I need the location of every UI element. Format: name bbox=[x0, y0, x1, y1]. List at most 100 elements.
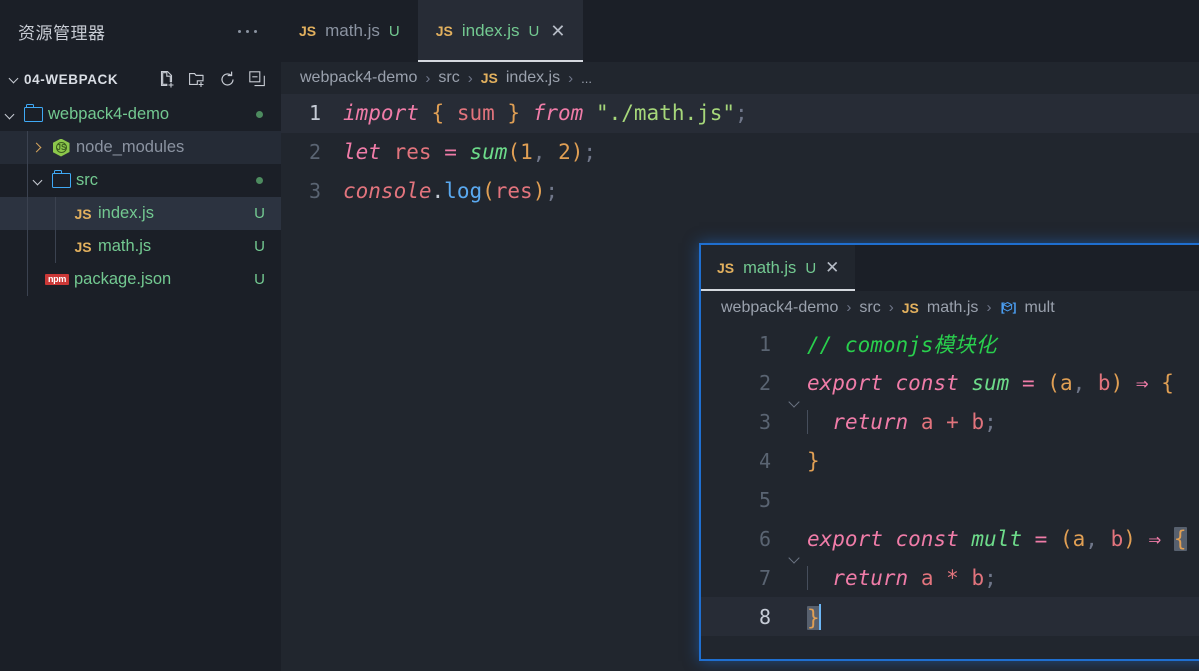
code-text: } bbox=[807, 449, 820, 473]
new-folder-icon[interactable] bbox=[188, 70, 207, 89]
chevron-right-icon[interactable] bbox=[28, 140, 48, 156]
token-brace: } bbox=[807, 448, 820, 473]
js-icon: JS bbox=[74, 205, 92, 222]
peek-breadcrumb: webpack4-demo › src › JS math.js › [] mu… bbox=[701, 291, 1199, 324]
code-line: 2 let res = sum(1, 2); bbox=[281, 133, 1199, 172]
token-keyword: return bbox=[832, 565, 909, 590]
more-actions-icon[interactable] bbox=[238, 29, 267, 33]
vscode-window: 资源管理器 04-WEBPACK webpack4-demo JS node_m… bbox=[0, 0, 1199, 671]
line-number: 4 bbox=[758, 448, 771, 473]
line-number: 5 bbox=[758, 487, 771, 512]
token-number: 1 bbox=[520, 140, 533, 164]
npm-icon: npm bbox=[42, 273, 72, 286]
indent-guide bbox=[807, 565, 808, 590]
token-keyword: let bbox=[343, 140, 381, 164]
token-comment: // comonjs模块化 bbox=[807, 332, 997, 357]
code-text: let res = sum(1, 2); bbox=[343, 133, 596, 172]
breadcrumb-item-symbol[interactable]: mult bbox=[1024, 299, 1054, 317]
tree-item-label: node_modules bbox=[76, 138, 185, 156]
peek-tab-bar: JS math.js U ✕ bbox=[701, 245, 1199, 291]
token-keyword: from bbox=[532, 101, 584, 125]
token-arrow: ⇒ bbox=[1148, 526, 1162, 551]
tab-index-js[interactable]: JS index.js U ✕ bbox=[417, 0, 584, 62]
token-dot: . bbox=[431, 179, 445, 203]
peek-code-editor[interactable]: 1 // comonjs模块化 2 export const sum = (a,… bbox=[701, 324, 1199, 636]
token-property: log bbox=[444, 179, 483, 203]
token-keyword: export bbox=[807, 526, 883, 551]
line-number: 7 bbox=[758, 565, 771, 590]
tree-item-math-js[interactable]: JS math.js U bbox=[0, 230, 281, 263]
tree-item-node-modules[interactable]: JS node_modules bbox=[0, 131, 281, 164]
tree-item-src[interactable]: src bbox=[0, 164, 281, 197]
line-number: 2 bbox=[308, 140, 321, 164]
token-param: a bbox=[1059, 370, 1073, 395]
token-semicolon: ; bbox=[583, 140, 597, 164]
chevron-down-icon[interactable] bbox=[28, 173, 48, 189]
breadcrumb-separator: › bbox=[467, 69, 473, 87]
token-function: sum bbox=[971, 370, 1010, 395]
svg-text:]: ] bbox=[1011, 301, 1016, 315]
js-icon: JS bbox=[480, 70, 498, 86]
tree-item-package-json[interactable]: npm package.json U bbox=[0, 263, 281, 296]
peek-tab-math-js[interactable]: JS math.js U ✕ bbox=[701, 245, 856, 291]
token-object: console bbox=[343, 179, 432, 203]
token-comma: , bbox=[1085, 526, 1098, 551]
breadcrumb-item-folder[interactable]: src bbox=[859, 299, 880, 317]
code-text: return a * b; bbox=[807, 565, 997, 590]
new-file-icon[interactable] bbox=[158, 70, 177, 89]
collapse-all-icon[interactable] bbox=[248, 70, 267, 89]
breadcrumb-separator: › bbox=[425, 69, 431, 87]
git-status-badge: U bbox=[254, 271, 265, 288]
token-keyword: export bbox=[807, 370, 883, 395]
breadcrumb-item-file[interactable]: math.js bbox=[927, 299, 979, 317]
breadcrumb-item-file[interactable]: index.js bbox=[506, 69, 560, 87]
token-param: a bbox=[1072, 526, 1086, 551]
workspace-section-header[interactable]: 04-WEBPACK bbox=[0, 62, 281, 96]
chevron-down-icon[interactable] bbox=[0, 107, 20, 123]
git-status-badge: U bbox=[805, 259, 817, 277]
breadcrumb-item-project[interactable]: webpack4-demo bbox=[721, 299, 838, 317]
token-brace-match: { bbox=[1173, 526, 1187, 551]
refresh-icon[interactable] bbox=[218, 70, 237, 89]
tree-item-webpack4-demo[interactable]: webpack4-demo bbox=[0, 98, 281, 131]
token-paren: ( bbox=[1059, 526, 1073, 551]
status-dot bbox=[256, 177, 263, 184]
breadcrumb-item-symbol[interactable]: ... bbox=[581, 71, 592, 86]
js-icon: JS bbox=[435, 23, 453, 39]
js-icon: JS bbox=[74, 238, 92, 255]
token-keyword: return bbox=[832, 409, 909, 434]
token-number: 2 bbox=[558, 140, 571, 164]
line-number: 1 bbox=[308, 101, 321, 125]
line-number: 6 bbox=[758, 526, 771, 551]
peek-editor-panel: JS math.js U ✕ webpack4-demo › src › JS … bbox=[699, 243, 1199, 661]
tree-item-label: src bbox=[76, 171, 98, 189]
explorer-title: 资源管理器 bbox=[18, 23, 106, 43]
breadcrumb: webpack4-demo › src › JS index.js › ... bbox=[281, 62, 1199, 94]
breadcrumb-separator: › bbox=[888, 299, 894, 316]
folder-icon bbox=[20, 104, 46, 122]
token-semicolon: ; bbox=[984, 565, 997, 590]
git-status-badge: U bbox=[254, 238, 265, 255]
code-text: return a + b; bbox=[807, 409, 997, 434]
editor-tab-bar: JS math.js U JS index.js U ✕ bbox=[281, 0, 1199, 62]
symbol-variable-icon: [] bbox=[999, 300, 1016, 315]
breadcrumb-separator: › bbox=[846, 299, 852, 316]
breadcrumb-item-project[interactable]: webpack4-demo bbox=[300, 69, 417, 87]
token-keyword: const bbox=[895, 370, 959, 395]
tab-math-js[interactable]: JS math.js U bbox=[281, 0, 418, 62]
token-semicolon: ; bbox=[545, 179, 559, 203]
breadcrumb-item-folder[interactable]: src bbox=[438, 69, 459, 87]
token-function: sum bbox=[469, 140, 508, 164]
explorer-sidebar: 资源管理器 04-WEBPACK webpack4-demo JS node_m… bbox=[0, 0, 281, 671]
breadcrumb-separator: › bbox=[986, 299, 992, 316]
close-icon[interactable]: ✕ bbox=[825, 258, 839, 278]
token-param: b bbox=[1097, 370, 1111, 395]
token-string: "./math.js" bbox=[595, 101, 736, 125]
line-number: 3 bbox=[758, 409, 771, 434]
token-function: mult bbox=[971, 526, 1022, 551]
line-number: 1 bbox=[758, 331, 771, 356]
code-line: 2 export const sum = (a, b) ⇒ { bbox=[701, 363, 1199, 402]
close-icon[interactable]: ✕ bbox=[550, 22, 565, 40]
tree-item-index-js[interactable]: JS index.js U bbox=[0, 197, 281, 230]
token-paren: ( bbox=[507, 140, 521, 164]
